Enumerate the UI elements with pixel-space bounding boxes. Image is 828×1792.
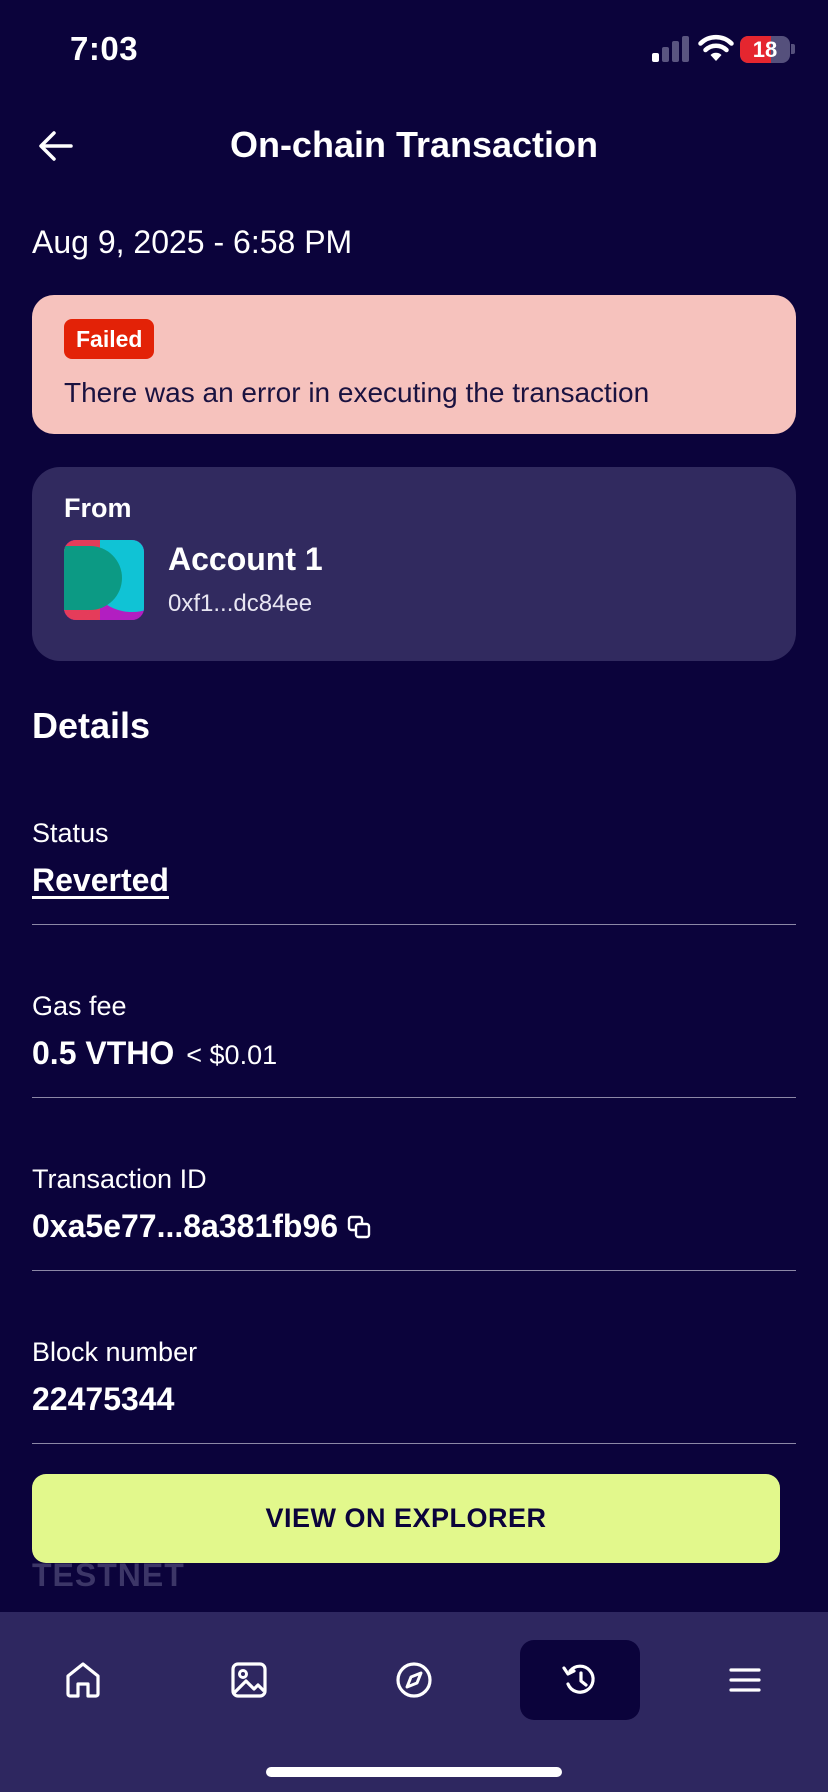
transaction-id-value-wrap: 0xa5e77...8a381fb96 <box>32 1208 372 1245</box>
cellular-signal-icon <box>652 36 690 62</box>
gas-fee-usd: < $0.01 <box>186 1040 278 1070</box>
battery-icon: 18 <box>740 36 790 63</box>
history-icon <box>562 1664 595 1694</box>
transaction-id-label: Transaction ID <box>32 1164 207 1194</box>
transaction-id-row: Transaction ID 0xa5e77...8a381fb96 <box>32 1156 796 1271</box>
home-icon <box>66 1662 100 1698</box>
status-time: 7:03 <box>70 30 139 67</box>
status-row: Status Reverted <box>32 810 796 925</box>
tab-discover[interactable] <box>354 1640 474 1720</box>
gas-fee-value: 0.5 VTHO <box>32 1035 175 1071</box>
status-bar: 7:03 18 <box>0 0 828 100</box>
header: On-chain Transaction <box>0 110 828 180</box>
block-number-value: 22475344 <box>32 1381 175 1417</box>
image-icon <box>231 1662 267 1698</box>
view-on-explorer-button[interactable]: VIEW ON EXPLORER <box>32 1474 780 1563</box>
transaction-id-value: 0xa5e77...8a381fb96 <box>32 1208 339 1244</box>
battery-level: 18 <box>752 37 778 62</box>
gas-fee-label: Gas fee <box>32 991 127 1021</box>
from-account-card[interactable]: From Account 1 0xf1...dc84ee <box>32 467 796 661</box>
wifi-icon <box>698 34 734 62</box>
account-address: 0xf1...dc84ee <box>168 590 313 617</box>
battery-cap <box>791 44 795 54</box>
error-message: There was an error in executing the tran… <box>64 377 650 408</box>
gas-fee-row: Gas fee 0.5 VTHO < $0.01 <box>32 983 796 1098</box>
details-heading: Details <box>32 705 151 746</box>
bottom-tab-bar <box>0 1612 828 1792</box>
tab-menu[interactable] <box>685 1640 805 1720</box>
compass-icon <box>396 1662 432 1698</box>
error-card: Failed There was an error in executing t… <box>32 295 796 434</box>
tab-nfts[interactable] <box>189 1640 309 1720</box>
transaction-detail-screen: 7:03 18 On-chain Transaction Aug 9, 2025… <box>0 0 828 1792</box>
transaction-date: Aug 9, 2025 - 6:58 PM <box>32 224 353 260</box>
failed-status-badge: Failed <box>64 319 155 359</box>
menu-icon <box>729 1668 761 1692</box>
home-indicator <box>266 1767 562 1777</box>
block-number-label: Block number <box>32 1337 198 1367</box>
status-value-link[interactable]: Reverted <box>32 862 169 899</box>
copy-icon[interactable] <box>346 1214 372 1240</box>
block-number-row: Block number 22475344 <box>32 1329 796 1444</box>
account-name: Account 1 <box>168 541 323 577</box>
tab-home[interactable] <box>23 1640 143 1720</box>
account-avatar <box>64 540 144 620</box>
tab-activity[interactable] <box>520 1640 640 1720</box>
from-label: From <box>64 493 132 523</box>
status-label: Status <box>32 818 109 848</box>
gas-fee-value-wrap: 0.5 VTHO < $0.01 <box>32 1035 277 1072</box>
page-title: On-chain Transaction <box>229 124 599 165</box>
